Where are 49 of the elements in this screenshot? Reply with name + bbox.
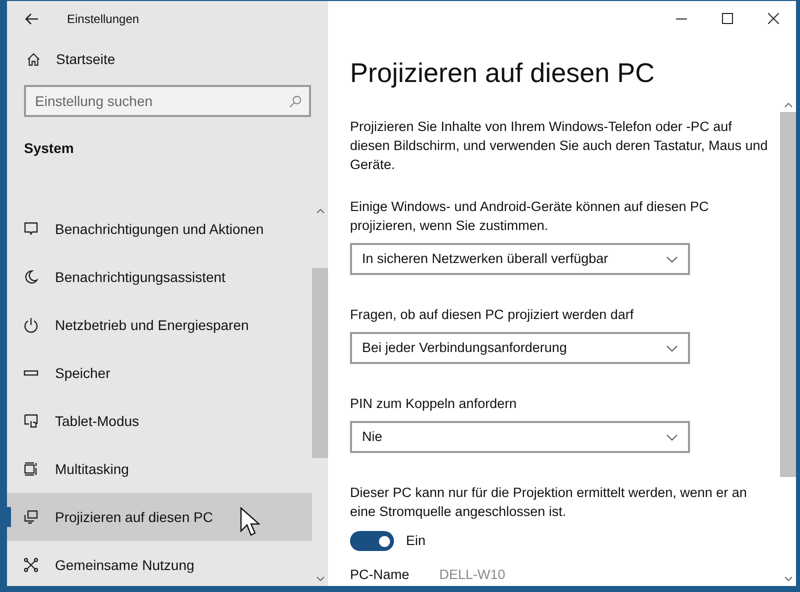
scroll-down-icon[interactable]: [316, 576, 324, 582]
chevron-down-icon: [666, 434, 678, 440]
sidebar-item[interactable]: Benachrichtigungsassistent: [7, 253, 312, 301]
cursor-icon: [240, 507, 260, 538]
setting-label: Einige Windows- und Android-Geräte können auf diesen PC projizieren, wenn Sie zustimmen.: [350, 198, 710, 235]
share-icon: [23, 557, 39, 573]
pc-name-label: PC-Name: [350, 566, 410, 584]
close-icon: [768, 13, 778, 24]
message-icon: [23, 221, 39, 237]
moon-icon: [23, 269, 39, 285]
scroll-up-icon[interactable]: [316, 208, 324, 214]
sidebar-item[interactable]: Speicher: [7, 349, 312, 397]
scroll-thumb[interactable]: [312, 268, 328, 458]
monitor-icon: [23, 509, 39, 525]
sidebar-item[interactable]: Netzbetrieb und Energiesparen: [7, 301, 312, 349]
window-title: Einstellungen: [67, 10, 140, 28]
section-heading: System: [23, 139, 75, 158]
sidebar-item[interactable]: Projizieren auf diesen PC: [7, 493, 312, 541]
sidebar-item[interactable]: Gemeinsame Nutzung: [7, 541, 312, 589]
back-arrow-icon[interactable]: [25, 12, 39, 24]
selection-indicator: [6, 507, 11, 527]
dropdown[interactable]: Nie: [350, 421, 690, 453]
toggle-state: Ein: [406, 532, 426, 550]
maximize-icon: [722, 13, 732, 24]
scroll-up-icon[interactable]: [784, 102, 792, 108]
home-link[interactable]: Startseite: [7, 39, 328, 79]
sidebar-item[interactable]: Multitasking: [7, 445, 312, 493]
toggle-switch[interactable]: [350, 531, 394, 552]
setting-label: Dieser PC kann nur für die Projektion ermittelt werden, wenn er an eine Stromquelle angeschlossen ist.: [350, 484, 748, 521]
chevron-down-icon: [666, 344, 678, 352]
chevron-down-icon: [666, 256, 678, 262]
search-icon: [289, 95, 302, 108]
pc-name-value: DELL-W10: [439, 566, 506, 584]
setting-label: PIN zum Koppeln anfordern: [350, 395, 518, 413]
tablet-icon: [23, 413, 39, 429]
scroll-thumb[interactable]: [780, 112, 796, 477]
sidebar-item[interactable]: Benachrichtigungen und Aktionen: [7, 205, 312, 253]
minimize-icon: [676, 18, 686, 20]
dropdown[interactable]: In sicheren Netzwerken überall verfügbar: [350, 243, 690, 275]
power-icon: [23, 317, 39, 333]
scroll-down-icon[interactable]: [784, 576, 792, 582]
search-field[interactable]: Einstellung suchen: [24, 85, 311, 117]
home-icon: [26, 52, 41, 66]
page-title: Projizieren auf diesen PC: [350, 57, 656, 90]
description: Projizieren Sie Inhalte von Ihrem Windows-Telefon oder -PC auf diesen Bildschirm, und verwenden Sie auch deren Tastatur, Maus und Geräte.: [350, 118, 769, 174]
dropdown[interactable]: Bei jeder Verbindungsanforderung: [350, 332, 690, 364]
sidebar-item[interactable]: Tablet-Modus: [7, 397, 312, 445]
multitasking-icon: [23, 461, 39, 477]
setting-label: Fragen, ob auf diesen PC projiziert werden darf: [350, 306, 635, 324]
